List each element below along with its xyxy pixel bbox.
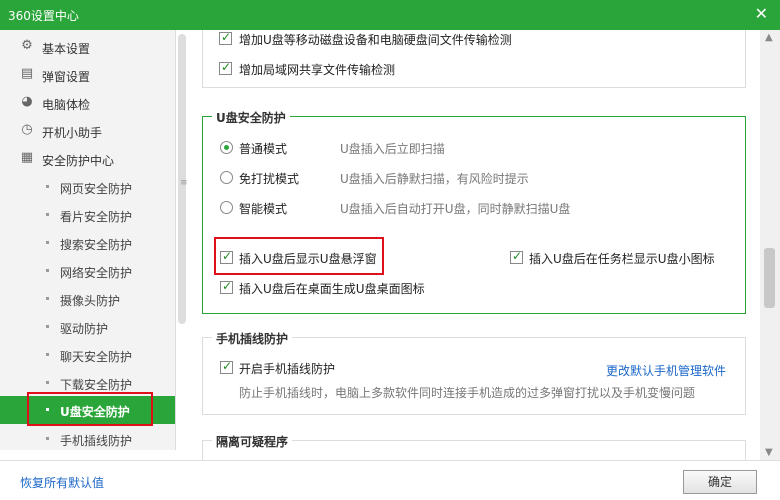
sidebar-subitem-driver[interactable]: 驱动防护 (0, 313, 175, 341)
window-icon: ▤ (20, 66, 34, 81)
checkup-icon: ◕ (21, 94, 33, 109)
quiet-mode-radio[interactable] (220, 171, 233, 184)
ok-button[interactable]: 确定 (683, 470, 757, 494)
phone-section-title: 手机插线防护 (212, 330, 293, 347)
sidebar-subitem-network[interactable]: 网络安全防护 (0, 257, 175, 285)
bullet-icon (46, 269, 49, 272)
sidebar-item-basic-settings[interactable]: ⚙ 基本设置 (0, 33, 175, 61)
sidebar-subitem-search[interactable]: 搜索安全防护 (0, 229, 175, 257)
sidebar-item-label: 安全防护中心 (42, 154, 115, 168)
normal-mode-desc: U盘插入后立即扫描 (340, 142, 445, 156)
sidebar-subitem-camera[interactable]: 摄像头防护 (0, 285, 175, 313)
smart-mode-desc: U盘插入后自动打开U盘，同时静默扫描U盘 (340, 202, 571, 216)
sidebar-item-popup-settings[interactable]: ▤ 弹窗设置 (0, 61, 175, 89)
bullet-icon (46, 241, 49, 244)
window-title: 360设置中心 (8, 9, 79, 23)
sidebar-subitem-label: 网络安全防护 (60, 266, 133, 280)
scroll-down-icon[interactable]: ▼ (765, 447, 773, 458)
sidebar-subitem-label: 网页安全防护 (60, 182, 133, 196)
splitter-handle-icon[interactable]: ≡ (180, 178, 188, 188)
sidebar-subitem-label: 下载安全防护 (60, 378, 133, 392)
desktop-icon-checkbox[interactable] (220, 279, 233, 294)
highlight-box-sidebar (27, 392, 153, 426)
sidebar-subitem-label: 摄像头防护 (60, 294, 121, 308)
restore-defaults-link[interactable]: 恢复所有默认值 (20, 474, 104, 491)
sidebar-subitem-video[interactable]: 看片安全防护 (0, 201, 175, 229)
footer-bar: 恢复所有默认值 确定 (0, 460, 780, 500)
lan-transfer-label: 增加局域网共享文件传输检测 (239, 63, 396, 77)
sidebar-subitem-label: 聊天安全防护 (60, 350, 133, 364)
bullet-icon (46, 353, 49, 356)
sidebar-item-label: 电脑体检 (42, 98, 91, 112)
taskbar-icon-checkbox[interactable] (510, 249, 523, 264)
sidebar-item-boot-assistant[interactable]: ◷ 开机小助手 (0, 117, 175, 145)
bullet-icon (46, 381, 49, 384)
phone-enable-label: 开启手机插线防护 (239, 362, 336, 376)
clock-icon: ◷ (21, 122, 33, 137)
usb-transfer-label: 增加U盘等移动磁盘设备和电脑硬盘间文件传输检测 (239, 33, 512, 47)
sidebar-subitem-label: 看片安全防护 (60, 210, 133, 224)
scroll-up-icon[interactable]: ▲ (765, 32, 773, 43)
sidebar-item-security-center[interactable]: ▦ 安全防护中心 (0, 145, 175, 173)
sidebar-subitem-phone[interactable]: 手机插线防护 (0, 425, 175, 450)
sidebar-subitem-label: 手机插线防护 (60, 434, 133, 448)
sidebar-item-label: 开机小助手 (42, 126, 103, 140)
phone-protection-desc: 防止手机插线时，电脑上多款软件同时连接手机造成的过多弹窗打扰以及手机变慢问题 (239, 386, 696, 400)
content-scrollbar[interactable]: ▲ ▼ (760, 30, 780, 460)
smart-mode-radio[interactable] (220, 201, 233, 214)
usb-transfer-checkbox[interactable] (219, 30, 232, 45)
taskbar-icon-label: 插入U盘后在任务栏显示U盘小图标 (529, 252, 715, 266)
bullet-icon (46, 185, 49, 188)
smart-mode-label: 智能模式 (239, 202, 288, 216)
gear-icon: ⚙ (21, 38, 33, 53)
bullet-icon (46, 437, 49, 440)
sidebar-subitem-label: 驱动防护 (60, 322, 109, 336)
sidebar-item-label: 弹窗设置 (42, 70, 91, 84)
bullet-icon (46, 297, 49, 300)
lan-transfer-checkbox[interactable] (219, 60, 232, 75)
highlight-box-option (214, 237, 384, 275)
quiet-mode-label: 免打扰模式 (239, 172, 300, 186)
close-icon[interactable]: ✕ (755, 4, 768, 23)
sidebar-subitem-chat[interactable]: 聊天安全防护 (0, 341, 175, 369)
sidebar-item-checkup[interactable]: ◕ 电脑体检 (0, 89, 175, 117)
change-phone-manager-link[interactable]: 更改默认手机管理软件 (606, 362, 726, 379)
quiet-mode-desc: U盘插入后静默扫描，有风险时提示 (340, 172, 529, 186)
sidebar-subitem-web[interactable]: 网页安全防护 (0, 173, 175, 201)
sidebar-subitem-label: 搜索安全防护 (60, 238, 133, 252)
normal-mode-radio[interactable] (220, 141, 233, 154)
phone-enable-checkbox[interactable] (220, 359, 233, 374)
sidebar: ⚙ 基本设置 ▤ 弹窗设置 ◕ 电脑体检 ◷ 开机小助手 ▦ 安全防护中心 网页… (0, 30, 176, 450)
desktop-icon-label: 插入U盘后在桌面生成U盘桌面图标 (239, 282, 425, 296)
scroll-thumb[interactable] (764, 248, 775, 308)
quarantine-section-title: 隔离可疑程序 (212, 433, 293, 450)
bullet-icon (46, 213, 49, 216)
usb-section-title: U盘安全防护 (212, 109, 290, 126)
sidebar-item-label: 基本设置 (42, 42, 91, 56)
title-bar: 360设置中心 ✕ (0, 0, 780, 30)
shield-grid-icon: ▦ (20, 150, 34, 165)
normal-mode-label: 普通模式 (239, 142, 288, 156)
bullet-icon (46, 325, 49, 328)
